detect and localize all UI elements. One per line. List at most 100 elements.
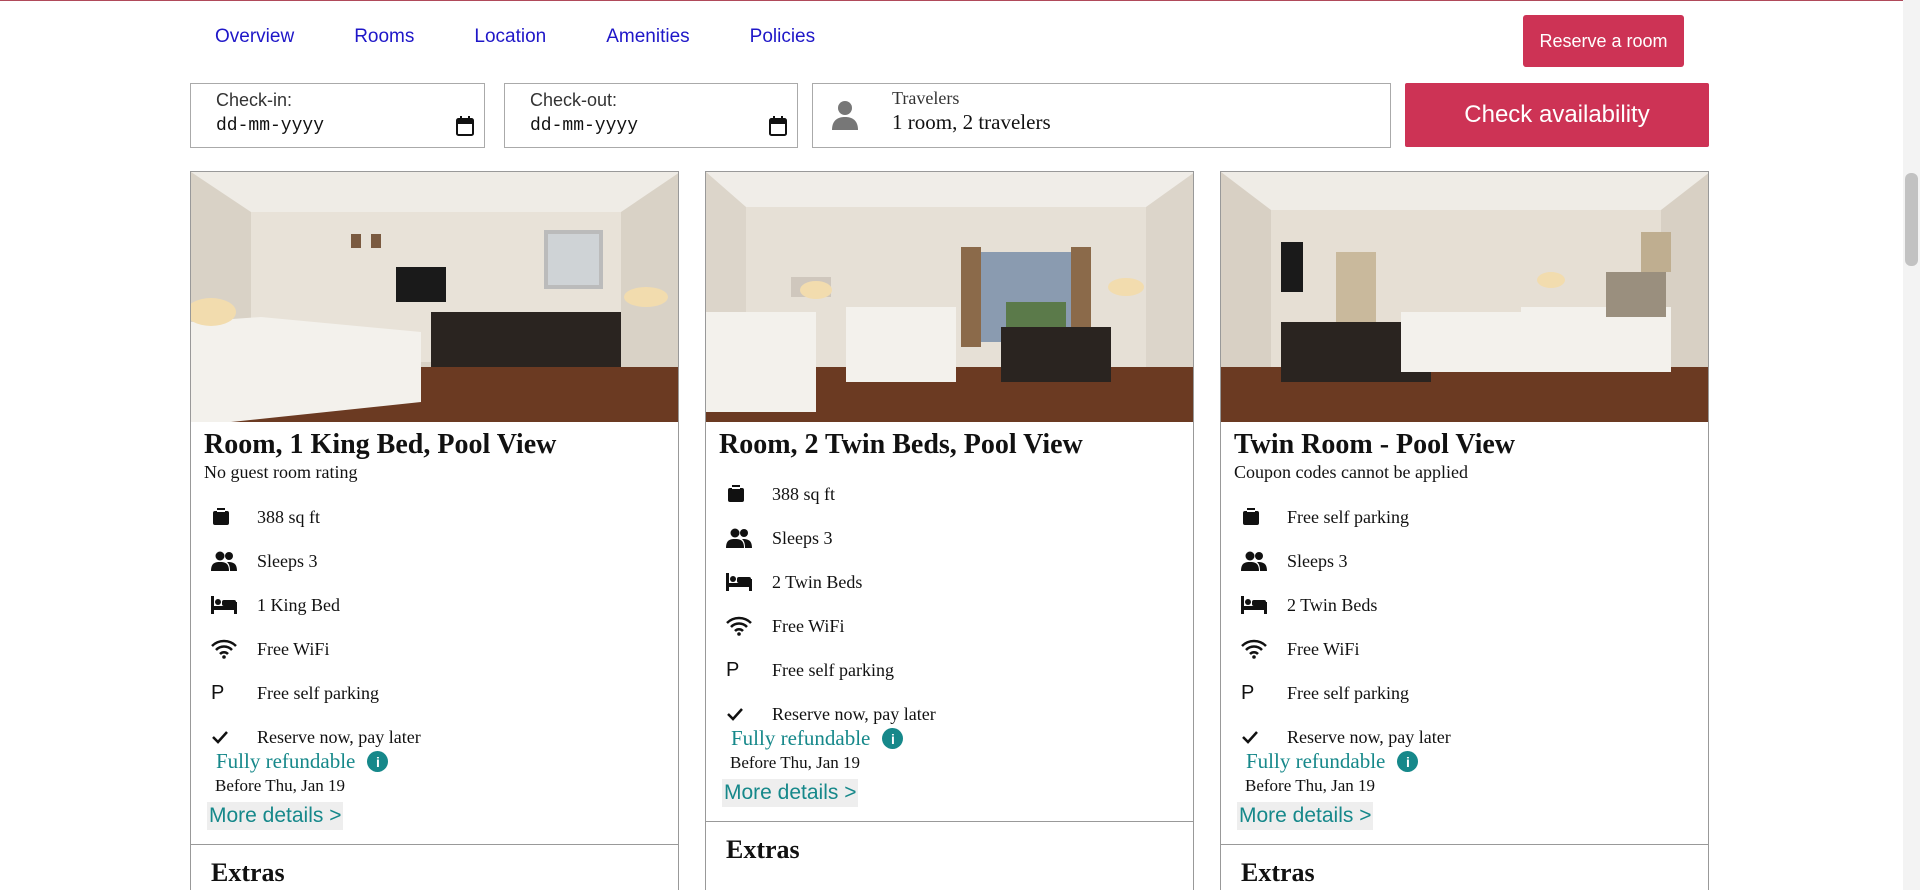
checkin-input[interactable]: dd-mm-yyyy bbox=[216, 116, 324, 136]
travelers-field[interactable]: Travelers 1 room, 2 travelers bbox=[812, 83, 1391, 148]
wifi-icon bbox=[211, 638, 239, 660]
room-title: Twin Room - Pool View bbox=[1234, 429, 1516, 460]
refundable-badge: Fully refundable i bbox=[731, 726, 904, 751]
building-icon bbox=[726, 483, 754, 505]
parking-icon: P bbox=[211, 681, 225, 704]
room-subtitle: No guest room rating bbox=[204, 462, 358, 482]
extras-heading: Extras bbox=[211, 858, 285, 887]
scrollbar-thumb[interactable] bbox=[1905, 173, 1918, 266]
feature-text: 388 sq ft bbox=[772, 483, 835, 504]
calendar-icon[interactable] bbox=[456, 116, 474, 136]
feature-text: 388 sq ft bbox=[257, 506, 320, 527]
feature-text: Sleeps 3 bbox=[257, 550, 318, 571]
feature-text: Free self parking bbox=[1287, 506, 1409, 527]
feature-text: Reserve now, pay later bbox=[1287, 726, 1451, 747]
feature-text: Free self parking bbox=[1287, 682, 1409, 703]
more-details-link[interactable]: More details > bbox=[722, 779, 859, 807]
nav-overview-link[interactable]: Overview bbox=[215, 26, 294, 48]
feature-reserve: Reserve now, pay later bbox=[726, 703, 936, 725]
feature-wifi: Free WiFi bbox=[1241, 638, 1359, 660]
refundable-text: Fully refundable bbox=[731, 726, 871, 750]
people-icon bbox=[1241, 550, 1269, 572]
nav-amenities-link[interactable]: Amenities bbox=[606, 26, 689, 48]
feature-parking: P Free self parking bbox=[1241, 682, 1409, 704]
nav-policies-link[interactable]: Policies bbox=[750, 26, 815, 48]
feature-text: Free WiFi bbox=[1287, 638, 1360, 659]
extras-heading: Extras bbox=[1241, 858, 1315, 887]
feature-reserve: Reserve now, pay later bbox=[211, 726, 421, 748]
feature-text: Free self parking bbox=[257, 682, 379, 703]
checkout-label: Check-out: bbox=[530, 90, 618, 110]
check-icon bbox=[1241, 726, 1269, 748]
feature-text: Sleeps 3 bbox=[772, 527, 833, 548]
feature-parking: P Free self parking bbox=[211, 682, 379, 704]
wifi-icon bbox=[1241, 638, 1269, 660]
refundable-badge: Fully refundable i bbox=[216, 749, 389, 774]
info-icon[interactable]: i bbox=[1397, 751, 1419, 772]
calendar-icon[interactable] bbox=[769, 116, 787, 136]
reserve-room-button[interactable]: Reserve a room bbox=[1523, 15, 1684, 67]
feature-text: Reserve now, pay later bbox=[772, 703, 936, 724]
people-icon bbox=[726, 527, 754, 549]
feature-text: 2 Twin Beds bbox=[772, 571, 863, 592]
info-icon[interactable]: i bbox=[367, 751, 389, 772]
building-icon bbox=[1241, 506, 1269, 528]
room-title: Room, 1 King Bed, Pool View bbox=[204, 429, 557, 460]
feature-text: 2 Twin Beds bbox=[1287, 594, 1378, 615]
page-top-border bbox=[0, 0, 1920, 1]
card-divider bbox=[1221, 844, 1708, 845]
nav-rooms-link[interactable]: Rooms bbox=[354, 26, 414, 48]
feature-parking: P Free self parking bbox=[726, 659, 894, 681]
section-nav: Overview Rooms Location Amenities Polici… bbox=[215, 26, 875, 48]
card-divider bbox=[191, 844, 678, 845]
feature-text: 1 King Bed bbox=[257, 594, 340, 615]
refundable-text: Fully refundable bbox=[216, 749, 356, 773]
more-details-link[interactable]: More details > bbox=[1237, 802, 1374, 830]
travelers-value: 1 room, 2 travelers bbox=[892, 110, 1051, 134]
feature-sleeps: Sleeps 3 bbox=[726, 527, 833, 549]
room-photo[interactable] bbox=[191, 172, 678, 422]
room-photo[interactable] bbox=[706, 172, 1193, 422]
room-card: Room, 1 King Bed, Pool View No guest roo… bbox=[190, 171, 679, 890]
check-icon bbox=[211, 726, 239, 748]
bed-icon bbox=[726, 571, 754, 593]
card-divider bbox=[706, 821, 1193, 822]
person-icon bbox=[832, 101, 858, 130]
parking-icon: P bbox=[726, 658, 740, 681]
check-icon bbox=[726, 703, 754, 725]
checkin-field[interactable]: Check-in: dd-mm-yyyy bbox=[190, 83, 485, 148]
refund-deadline: Before Thu, Jan 19 bbox=[1245, 776, 1375, 795]
people-icon bbox=[211, 550, 239, 572]
feature-reserve: Reserve now, pay later bbox=[1241, 726, 1451, 748]
feature-bed: 2 Twin Beds bbox=[1241, 594, 1377, 616]
checkout-input[interactable]: dd-mm-yyyy bbox=[530, 116, 638, 136]
feature-sleeps: Sleeps 3 bbox=[211, 550, 318, 572]
room-card: Twin Room - Pool View Coupon codes canno… bbox=[1220, 171, 1709, 890]
room-photo[interactable] bbox=[1221, 172, 1708, 422]
room-card: Room, 2 Twin Beds, Pool View 388 sq ft S… bbox=[705, 171, 1194, 890]
building-icon bbox=[211, 506, 239, 528]
travelers-label: Travelers bbox=[892, 88, 960, 108]
feature-sleeps: Sleeps 3 bbox=[1241, 550, 1348, 572]
feature-text: Free WiFi bbox=[772, 615, 845, 636]
room-title: Room, 2 Twin Beds, Pool View bbox=[719, 429, 1083, 460]
refundable-badge: Fully refundable i bbox=[1246, 749, 1419, 774]
more-details-link[interactable]: More details > bbox=[207, 802, 344, 830]
extras-heading: Extras bbox=[726, 835, 800, 864]
checkout-field[interactable]: Check-out: dd-mm-yyyy bbox=[504, 83, 798, 148]
scrollbar[interactable] bbox=[1903, 0, 1920, 890]
feature-bed: 1 King Bed bbox=[211, 594, 340, 616]
feature-wifi: Free WiFi bbox=[211, 638, 329, 660]
checkin-label: Check-in: bbox=[216, 90, 293, 110]
refundable-text: Fully refundable bbox=[1246, 749, 1386, 773]
parking-icon: P bbox=[1241, 681, 1255, 704]
nav-location-link[interactable]: Location bbox=[474, 26, 546, 48]
refund-deadline: Before Thu, Jan 19 bbox=[215, 776, 345, 795]
check-availability-button[interactable]: Check availability bbox=[1405, 83, 1709, 147]
feature-size: 388 sq ft bbox=[726, 483, 835, 505]
bed-icon bbox=[1241, 594, 1269, 616]
wifi-icon bbox=[726, 615, 754, 637]
info-icon[interactable]: i bbox=[882, 728, 904, 749]
room-subtitle: Coupon codes cannot be applied bbox=[1234, 462, 1468, 482]
bed-icon bbox=[211, 594, 239, 616]
